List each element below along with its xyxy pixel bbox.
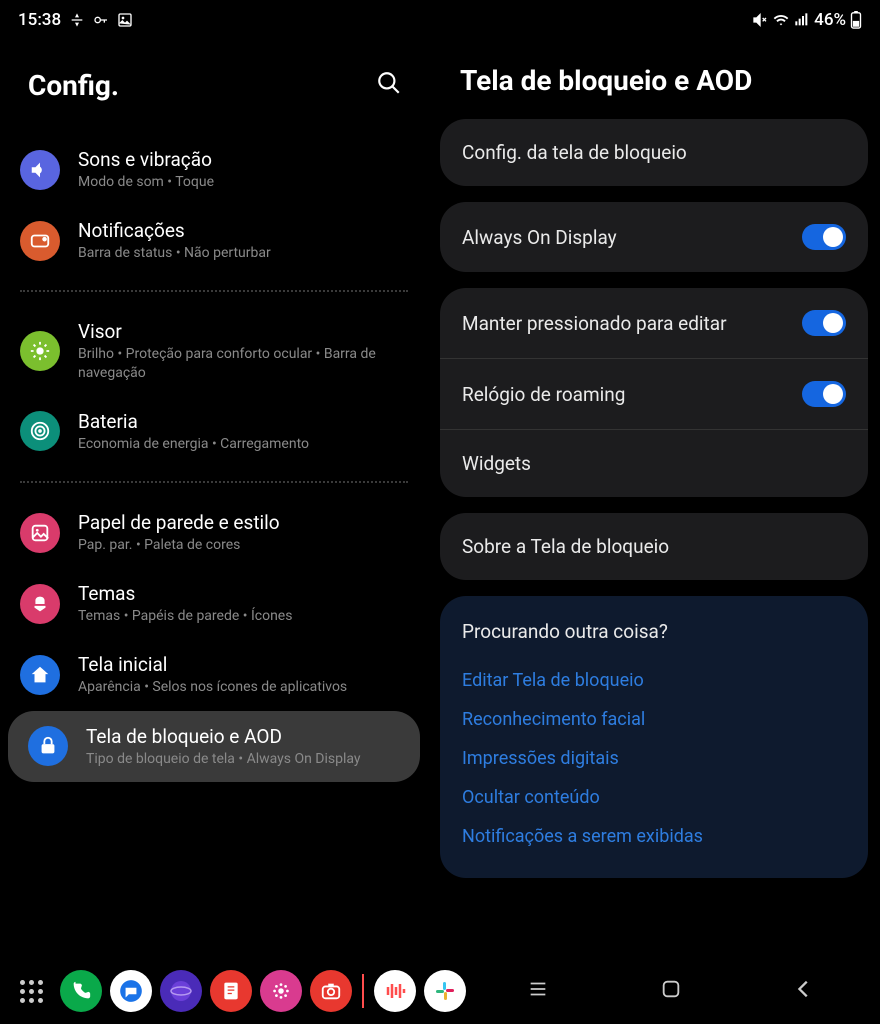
setting-label: Manter pressionado para editar <box>462 312 727 335</box>
settings-divider <box>20 481 408 483</box>
setting-label: Relógio de roaming <box>462 383 625 406</box>
setting-row[interactable]: Always On Display <box>440 202 868 272</box>
dock-internet-icon[interactable] <box>160 970 202 1012</box>
dock-gallery-icon[interactable] <box>260 970 302 1012</box>
settings-divider <box>20 290 408 292</box>
settings-item-subtitle: Barra de status • Não perturbar <box>78 244 271 262</box>
settings-item-volume[interactable]: Sons e vibração Modo de som • Toque <box>0 134 428 205</box>
related-title: Procurando outra coisa? <box>462 620 846 643</box>
notif-icon <box>20 221 60 261</box>
settings-item-title: Temas <box>78 582 292 605</box>
related-link[interactable]: Ocultar conteúdo <box>462 778 846 817</box>
related-link[interactable]: Notificações a serem exibidas <box>462 817 846 856</box>
settings-item-subtitle: Economia de energia • Carregamento <box>78 435 309 453</box>
related-link[interactable]: Editar Tela de bloqueio <box>462 661 846 700</box>
settings-item-brightness[interactable]: Visor Brilho • Proteção para conforto oc… <box>0 306 428 395</box>
battery-percent: 46% <box>814 10 846 30</box>
volume-icon <box>20 150 60 190</box>
settings-item-subtitle: Brilho • Proteção para conforto ocular •… <box>78 345 410 381</box>
mute-icon <box>752 12 768 28</box>
status-bar: 15:38 46% <box>0 0 880 34</box>
settings-item-title: Bateria <box>78 410 309 433</box>
toggle-switch[interactable] <box>802 310 846 336</box>
setting-row[interactable]: Widgets <box>440 429 868 497</box>
detail-pane[interactable]: Tela de bloqueio e AOD Config. da tela d… <box>428 34 880 958</box>
settings-item-themes[interactable]: Temas Temas • Papéis de parede • Ícones <box>0 568 428 639</box>
settings-item-title: Sons e vibração <box>78 148 214 171</box>
settings-item-subtitle: Modo de som • Toque <box>78 173 214 191</box>
status-clock: 15:38 <box>18 10 61 30</box>
settings-item-notif[interactable]: Notificações Barra de status • Não pertu… <box>0 205 428 276</box>
page-title: Config. <box>28 69 119 102</box>
dock-messages-icon[interactable] <box>110 970 152 1012</box>
wallpaper-icon <box>20 513 60 553</box>
settings-item-title: Visor <box>78 320 410 343</box>
dock-divider <box>362 974 364 1008</box>
setting-row[interactable]: Config. da tela de bloqueio <box>440 119 868 186</box>
lock-icon <box>28 726 68 766</box>
setting-label: Always On Display <box>462 226 617 249</box>
back-button[interactable] <box>773 968 835 1014</box>
detail-title: Tela de bloqueio e AOD <box>460 64 752 97</box>
search-button[interactable] <box>370 64 408 106</box>
dock-notes-icon[interactable] <box>210 970 252 1012</box>
recent-slack-icon[interactable] <box>424 970 466 1012</box>
right-header: Tela de bloqueio e AOD <box>440 34 868 119</box>
battery-icon <box>850 11 862 29</box>
settings-item-battery[interactable]: Bateria Economia de energia • Carregamen… <box>0 396 428 467</box>
related-card: Procurando outra coisa? Editar Tela de b… <box>440 596 868 878</box>
setting-label: Sobre a Tela de bloqueio <box>462 535 669 558</box>
signal-icon <box>794 12 810 28</box>
recent-podcast-icon[interactable] <box>374 970 416 1012</box>
wifi-icon <box>772 12 790 28</box>
setting-label: Config. da tela de bloqueio <box>462 141 687 164</box>
vpn-icon <box>93 12 109 28</box>
left-header: Config. <box>0 34 428 134</box>
settings-item-title: Tela de bloqueio e AOD <box>86 725 361 748</box>
settings-item-title: Notificações <box>78 219 271 242</box>
navigation-bar <box>0 958 880 1024</box>
settings-item-title: Papel de parede e estilo <box>78 511 280 534</box>
recents-button[interactable] <box>507 968 569 1014</box>
dock-apps-grid-icon[interactable] <box>10 970 52 1012</box>
search-icon <box>376 70 402 96</box>
brightness-icon <box>20 331 60 371</box>
home-icon <box>20 655 60 695</box>
setting-label: Widgets <box>462 452 531 475</box>
settings-item-subtitle: Pap. par. • Paleta de cores <box>78 536 280 554</box>
tether-icon <box>69 12 85 28</box>
home-button[interactable] <box>640 968 702 1014</box>
setting-row[interactable]: Relógio de roaming <box>440 358 868 429</box>
status-right: 46% <box>752 10 862 30</box>
related-link[interactable]: Reconhecimento facial <box>462 700 846 739</box>
setting-row[interactable]: Manter pressionado para editar <box>440 288 868 358</box>
related-link[interactable]: Impressões digitais <box>462 739 846 778</box>
settings-item-subtitle: Aparência • Selos nos ícones de aplicati… <box>78 678 347 696</box>
dock-camera-icon[interactable] <box>310 970 352 1012</box>
toggle-switch[interactable] <box>802 381 846 407</box>
settings-item-title: Tela inicial <box>78 653 347 676</box>
status-left: 15:38 <box>18 10 133 30</box>
settings-item-subtitle: Temas • Papéis de parede • Ícones <box>78 607 292 625</box>
dock-phone-icon[interactable] <box>60 970 102 1012</box>
settings-item-subtitle: Tipo de bloqueio de tela • Always On Dis… <box>86 750 361 768</box>
themes-icon <box>20 584 60 624</box>
toggle-switch[interactable] <box>802 224 846 250</box>
picture-icon <box>117 12 133 28</box>
battery-icon <box>20 411 60 451</box>
settings-item-home[interactable]: Tela inicial Aparência • Selos nos ícone… <box>0 639 428 710</box>
settings-item-lock[interactable]: Tela de bloqueio e AOD Tipo de bloqueio … <box>8 711 420 782</box>
settings-item-wallpaper[interactable]: Papel de parede e estilo Pap. par. • Pal… <box>0 497 428 568</box>
setting-row[interactable]: Sobre a Tela de bloqueio <box>440 513 868 580</box>
settings-list-pane[interactable]: Config. Sons e vibração Modo de som • To… <box>0 34 428 958</box>
